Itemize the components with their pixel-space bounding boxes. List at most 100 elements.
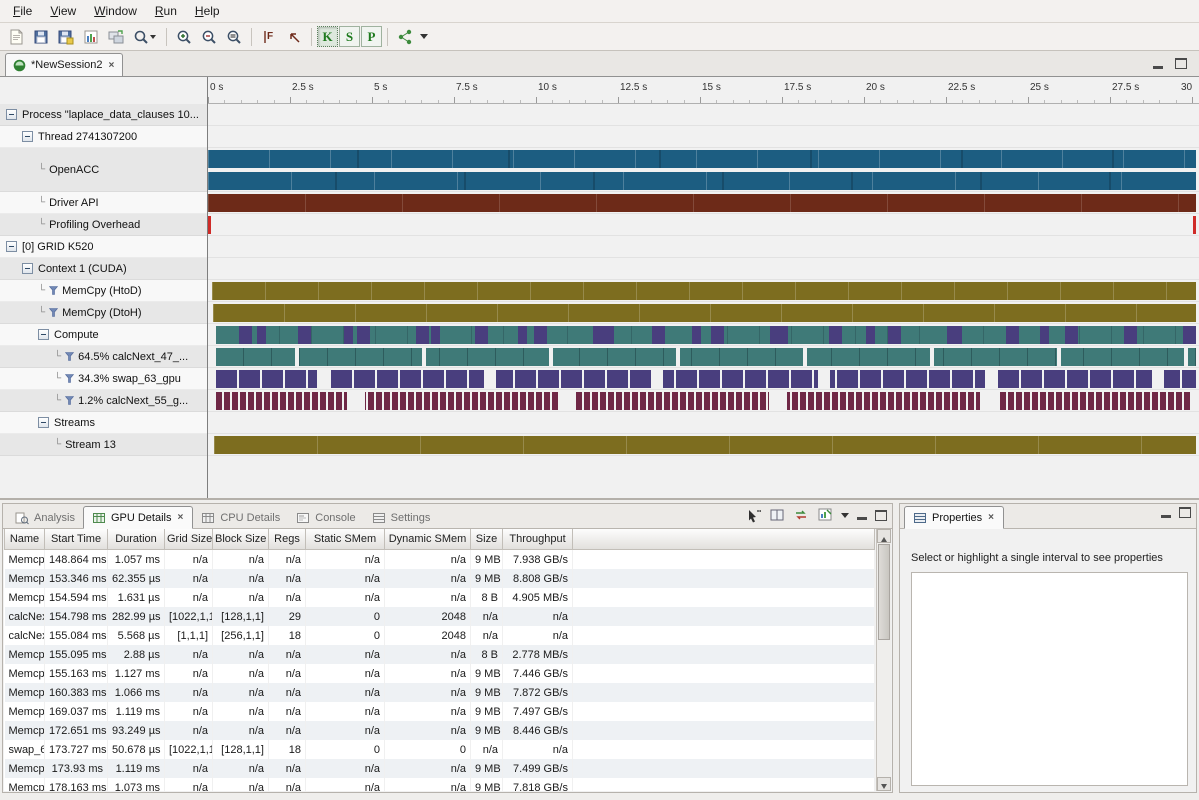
kernel-toggle-button[interactable]: K [317, 26, 338, 47]
minimize-icon[interactable] [1153, 66, 1163, 69]
sync-arrows-icon[interactable] [793, 507, 809, 523]
table-row[interactable]: Memcpy155.095 ms2.88 µsn/an/an/an/an/a8 … [5, 645, 875, 664]
kernel-teal-interval-bar[interactable] [216, 348, 1196, 366]
overhead-interval-bar[interactable] [1193, 216, 1196, 234]
table-row[interactable]: calcNext154.798 ms282.99 µs[1022,1,1][12… [5, 607, 875, 626]
minimize-icon[interactable] [1161, 515, 1171, 518]
col-throughput[interactable]: Throughput [503, 529, 573, 550]
collapse-icon[interactable] [6, 241, 17, 252]
table-row[interactable]: Memcpy178.163 ms1.073 msn/an/an/an/an/a9… [5, 778, 875, 791]
collapse-icon[interactable] [6, 109, 17, 120]
table-row[interactable]: Memcpy169.037 ms1.119 msn/an/an/an/an/a9… [5, 702, 875, 721]
timeline-track-34-3-swap-63-gpu[interactable] [208, 368, 1199, 390]
timeline-track-profiling-overhead[interactable] [208, 214, 1199, 236]
tab-gpu-details[interactable]: GPU Details× [83, 506, 193, 529]
timeline-track-process-laplace-data-clauses-10[interactable] [208, 104, 1199, 126]
overhead-interval-bar[interactable] [208, 216, 211, 234]
menu-item-help[interactable]: Help [186, 2, 229, 20]
analysis-dropdown-button[interactable] [418, 26, 430, 48]
kernel-purple-interval-bar[interactable] [216, 370, 1196, 388]
collapse-icon[interactable] [38, 329, 49, 340]
memcpy-interval-bar[interactable] [212, 282, 1196, 300]
tree-item-streams[interactable]: Streams [0, 412, 207, 434]
driver-interval-bar[interactable] [208, 194, 1196, 212]
timeline-track-memcpy-htod[interactable] [208, 280, 1199, 302]
menu-item-run[interactable]: Run [146, 2, 186, 20]
tree-item-stream-13[interactable]: └Stream 13 [0, 434, 207, 456]
tree-timeline-divider[interactable] [207, 77, 208, 498]
timeline-track-streams[interactable] [208, 412, 1199, 434]
table-row[interactable]: Memcpy153.346 ms62.355 µsn/an/an/an/an/a… [5, 569, 875, 588]
timeline-track-1-2-calcnext-55-g[interactable] [208, 390, 1199, 412]
table-row[interactable]: Memcpy172.651 ms93.249 µsn/an/an/an/an/a… [5, 721, 875, 740]
tab-settings[interactable]: Settings [364, 508, 439, 528]
close-icon[interactable]: × [177, 512, 185, 523]
close-icon[interactable]: × [108, 60, 116, 71]
collapse-icon[interactable] [38, 417, 49, 428]
tree-item-1-2-calcnext-55-g[interactable]: └1.2% calcNext_55_g... [0, 390, 207, 412]
timeline-track-openacc[interactable] [208, 148, 1199, 192]
col-block-size[interactable]: Block Size [213, 529, 269, 550]
menu-item-window[interactable]: Window [85, 2, 146, 20]
tree-item-thread-2741307200[interactable]: Thread 2741307200 [0, 126, 207, 148]
tree-item-memcpy-dtoh[interactable]: └MemCpy (DtoH) [0, 302, 207, 324]
layout-icon[interactable] [769, 507, 785, 523]
zoom-in-button[interactable] [172, 26, 196, 48]
collapse-icon[interactable] [22, 131, 33, 142]
goto-marker-button[interactable] [282, 26, 306, 48]
maximize-icon[interactable] [1175, 58, 1187, 69]
tab-console[interactable]: Console [288, 508, 363, 528]
tab-cpu-details[interactable]: CPU Details [193, 508, 288, 528]
tree-item-compute[interactable]: Compute [0, 324, 207, 346]
tree-item-0-grid-k520[interactable]: [0] GRID K520 [0, 236, 207, 258]
openacc-interval-bar[interactable] [208, 150, 1196, 168]
tree-item-64-5-calcnext-47[interactable]: └64.5% calcNext_47_... [0, 346, 207, 368]
col-regs[interactable]: Regs [269, 529, 306, 550]
memcpy2-interval-bar[interactable] [213, 304, 1196, 322]
table-row[interactable]: Memcpy148.864 ms1.057 msn/an/an/an/an/a9… [5, 550, 875, 570]
zoom-out-button[interactable] [197, 26, 221, 48]
kernel-maroon-interval-bar[interactable] [216, 392, 1196, 410]
chart-button[interactable] [79, 26, 103, 48]
view-menu-icon[interactable] [841, 513, 849, 522]
table-row[interactable]: Memcpy173.93 ms1.119 msn/an/an/an/an/a9 … [5, 759, 875, 778]
tree-item-context-1-cuda[interactable]: Context 1 (CUDA) [0, 258, 207, 280]
process-toggle-button[interactable]: P [361, 26, 382, 47]
col-duration[interactable]: Duration [108, 529, 165, 550]
export-button[interactable] [104, 26, 128, 48]
zoom-fit-button[interactable] [222, 26, 246, 48]
openacc-interval-bar[interactable] [208, 172, 1196, 190]
col-dynamic-smem[interactable]: Dynamic SMem [385, 529, 471, 550]
close-icon[interactable]: × [987, 512, 995, 523]
table-row[interactable]: swap_63_gpu173.727 ms50.678 µs[1022,1,1]… [5, 740, 875, 759]
timeline-track-stream-13[interactable] [208, 434, 1199, 456]
minimize-icon[interactable] [857, 517, 867, 520]
tree-item-34-3-swap-63-gpu[interactable]: └34.3% swap_63_gpu [0, 368, 207, 390]
maximize-icon[interactable] [875, 510, 887, 521]
timeline-track-compute[interactable] [208, 324, 1199, 346]
export-chart-icon[interactable] [817, 507, 833, 523]
select-interval-icon[interactable] [745, 507, 761, 523]
tree-item-memcpy-htod[interactable]: └MemCpy (HtoD) [0, 280, 207, 302]
tab-properties[interactable]: Properties × [904, 506, 1004, 529]
table-row[interactable]: Memcpy154.594 ms1.631 µsn/an/an/an/an/a8… [5, 588, 875, 607]
tree-item-openacc[interactable]: └OpenACC [0, 148, 207, 192]
menu-item-view[interactable]: View [41, 2, 85, 20]
stream-toggle-button[interactable]: S [339, 26, 360, 47]
col-size[interactable]: Size [471, 529, 503, 550]
scroll-down-button[interactable] [877, 777, 891, 791]
collapse-icon[interactable] [22, 263, 33, 274]
new-session-button[interactable] [4, 26, 28, 48]
col-static-smem[interactable]: Static SMem [306, 529, 385, 550]
timeline-track-driver-api[interactable] [208, 192, 1199, 214]
timeline-track-0-grid-k520[interactable] [208, 236, 1199, 258]
tree-item-driver-api[interactable]: └Driver API [0, 192, 207, 214]
scroll-thumb[interactable] [878, 544, 890, 640]
col-name[interactable]: Name [5, 529, 45, 550]
flag-marker-button[interactable]: F [257, 26, 281, 48]
session-tab[interactable]: *NewSession2 × [5, 53, 123, 76]
search-button[interactable] [129, 26, 161, 48]
timeline-track-64-5-calcnext-47[interactable] [208, 346, 1199, 368]
col-grid-size[interactable]: Grid Size [165, 529, 213, 550]
timeline-track-context-1-cuda[interactable] [208, 258, 1199, 280]
